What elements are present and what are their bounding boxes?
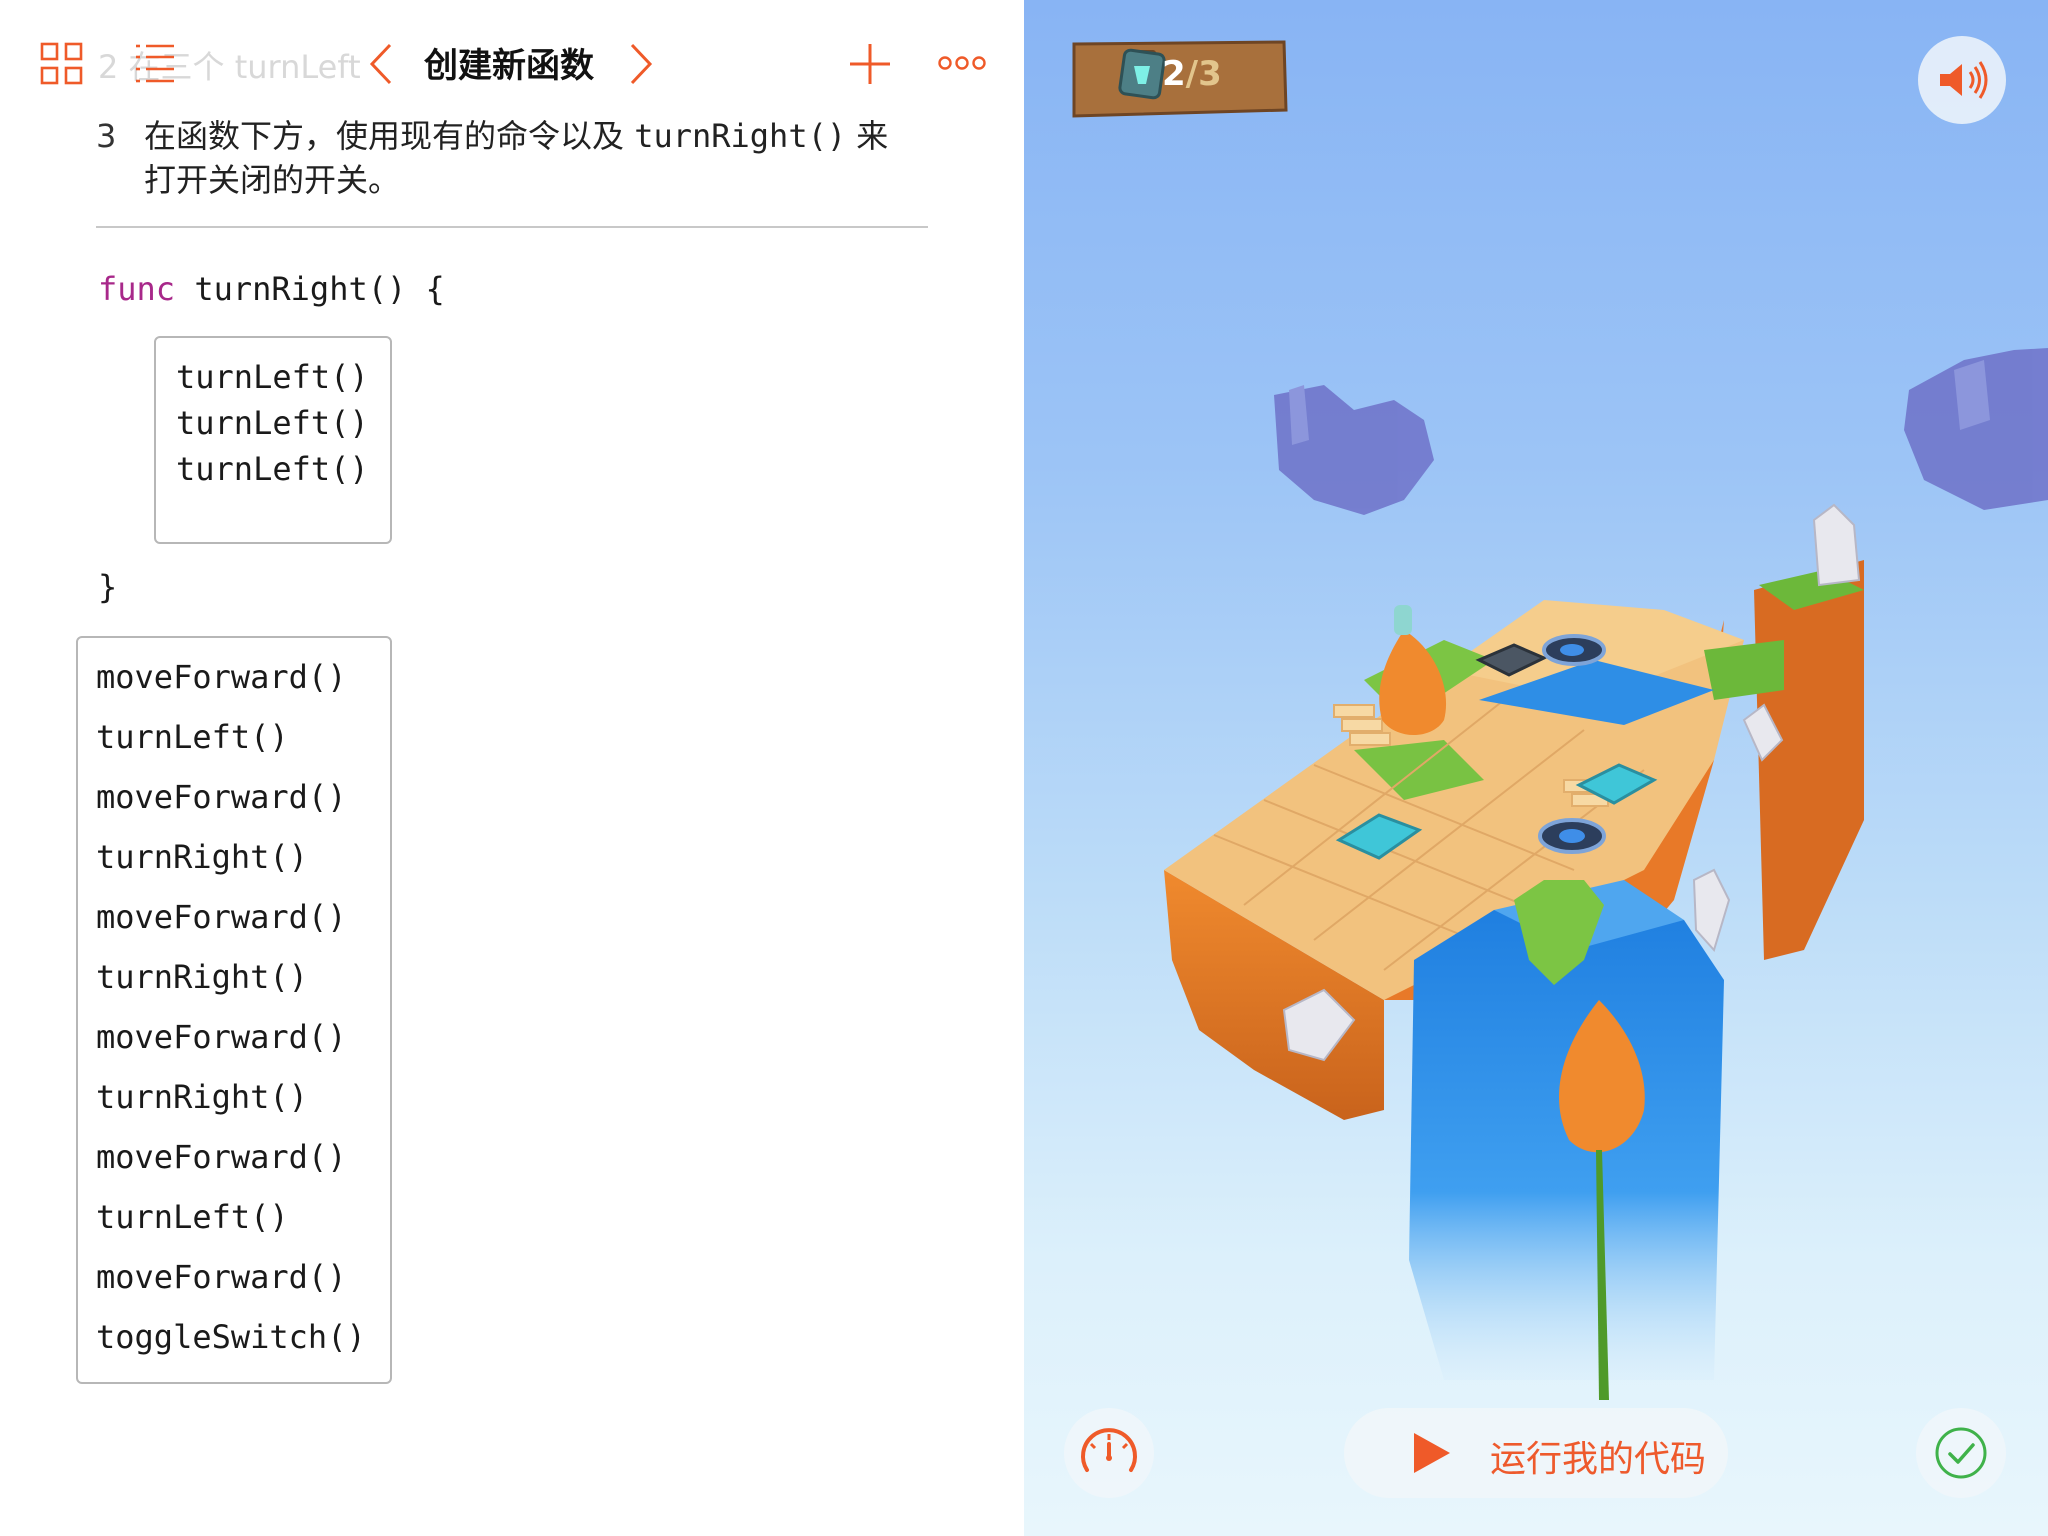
func-keyword: func <box>98 270 176 308</box>
code-line[interactable]: toggleSwitch() <box>96 1318 366 1356</box>
code-line[interactable]: turnLeft() <box>96 718 289 756</box>
play-icon <box>1414 1433 1450 1473</box>
main-code-block[interactable]: moveForward() turnLeft() moveForward() t… <box>76 636 392 1384</box>
step-text-suffix: 来 <box>846 117 889 155</box>
page-title: 创建新函数 <box>424 46 594 86</box>
main-island <box>1164 503 1864 1400</box>
code-editor-pane: 2 在三个 turnLeft 创建新函数 3 在函数下方，使用现有的命令以及 t… <box>0 0 1024 1536</box>
sound-button[interactable] <box>1918 36 2006 124</box>
divider <box>96 226 928 228</box>
progress-current: 2 <box>1162 54 1186 94</box>
code-line[interactable]: moveForward() <box>96 1138 346 1176</box>
speedometer-icon <box>1081 1428 1137 1472</box>
code-line[interactable]: moveForward() <box>96 898 346 936</box>
chevron-right-icon[interactable] <box>626 42 656 86</box>
speaker-icon <box>1940 61 1988 99</box>
code-line[interactable]: turnLeft() <box>176 358 369 396</box>
code-line[interactable]: turnRight() <box>96 838 308 876</box>
step-text-prefix: 在函数下方，使用现有的命令以及 <box>144 117 635 155</box>
closing-brace: } <box>98 568 118 606</box>
function-body-block[interactable]: turnLeft() turnLeft() turnLeft() <box>154 336 392 544</box>
grid-icon[interactable] <box>40 42 84 86</box>
puzzle-world-illustration <box>1164 348 2048 1400</box>
code-line[interactable]: moveForward() <box>96 1018 346 1056</box>
check-button[interactable] <box>1916 1408 2006 1498</box>
list-icon[interactable] <box>132 42 176 86</box>
step-text-line2: 打开关闭的开关。 <box>144 161 401 199</box>
run-code-button[interactable]: 运行我的代码 <box>1344 1408 1728 1498</box>
code-line[interactable]: moveForward() <box>96 1258 346 1296</box>
code-line[interactable]: turnLeft() <box>96 1198 289 1236</box>
speed-button[interactable] <box>1064 1408 1154 1498</box>
code-line[interactable]: moveForward() <box>96 778 346 816</box>
checkmark-icon <box>1935 1427 1987 1479</box>
step-inline-code: turnRight() <box>634 117 847 155</box>
more-icon[interactable] <box>938 54 986 72</box>
game-scene[interactable]: 2/3 运行我的代码 <box>1024 0 2048 1536</box>
progress-separator: / <box>1185 54 1199 94</box>
function-declaration[interactable]: func turnRight() { <box>98 270 445 308</box>
chevron-left-icon[interactable] <box>366 42 396 86</box>
step-text: 在函数下方，使用现有的命令以及 turnRight() 来 打开关闭的开关。 <box>144 114 944 202</box>
code-line[interactable]: turnLeft() <box>176 450 369 488</box>
navigation-bar: 2 在三个 turnLeft 创建新函数 <box>0 0 1024 120</box>
distant-island-left <box>1274 385 1434 515</box>
code-line[interactable]: moveForward() <box>96 658 346 696</box>
code-line[interactable]: turnLeft() <box>176 404 369 442</box>
progress-total: 3 <box>1198 54 1222 94</box>
code-line[interactable]: turnRight() <box>96 958 308 996</box>
step-number: 3 <box>96 117 117 155</box>
distant-island-right <box>1904 348 2048 510</box>
code-line[interactable]: turnRight() <box>96 1078 308 1116</box>
gem-progress-counter: 2/3 <box>1162 54 1222 94</box>
plus-icon[interactable] <box>848 42 892 86</box>
function-signature: turnRight() { <box>175 270 445 308</box>
run-code-label: 运行我的代码 <box>1490 1439 1707 1480</box>
gem-icon <box>1118 48 1166 100</box>
